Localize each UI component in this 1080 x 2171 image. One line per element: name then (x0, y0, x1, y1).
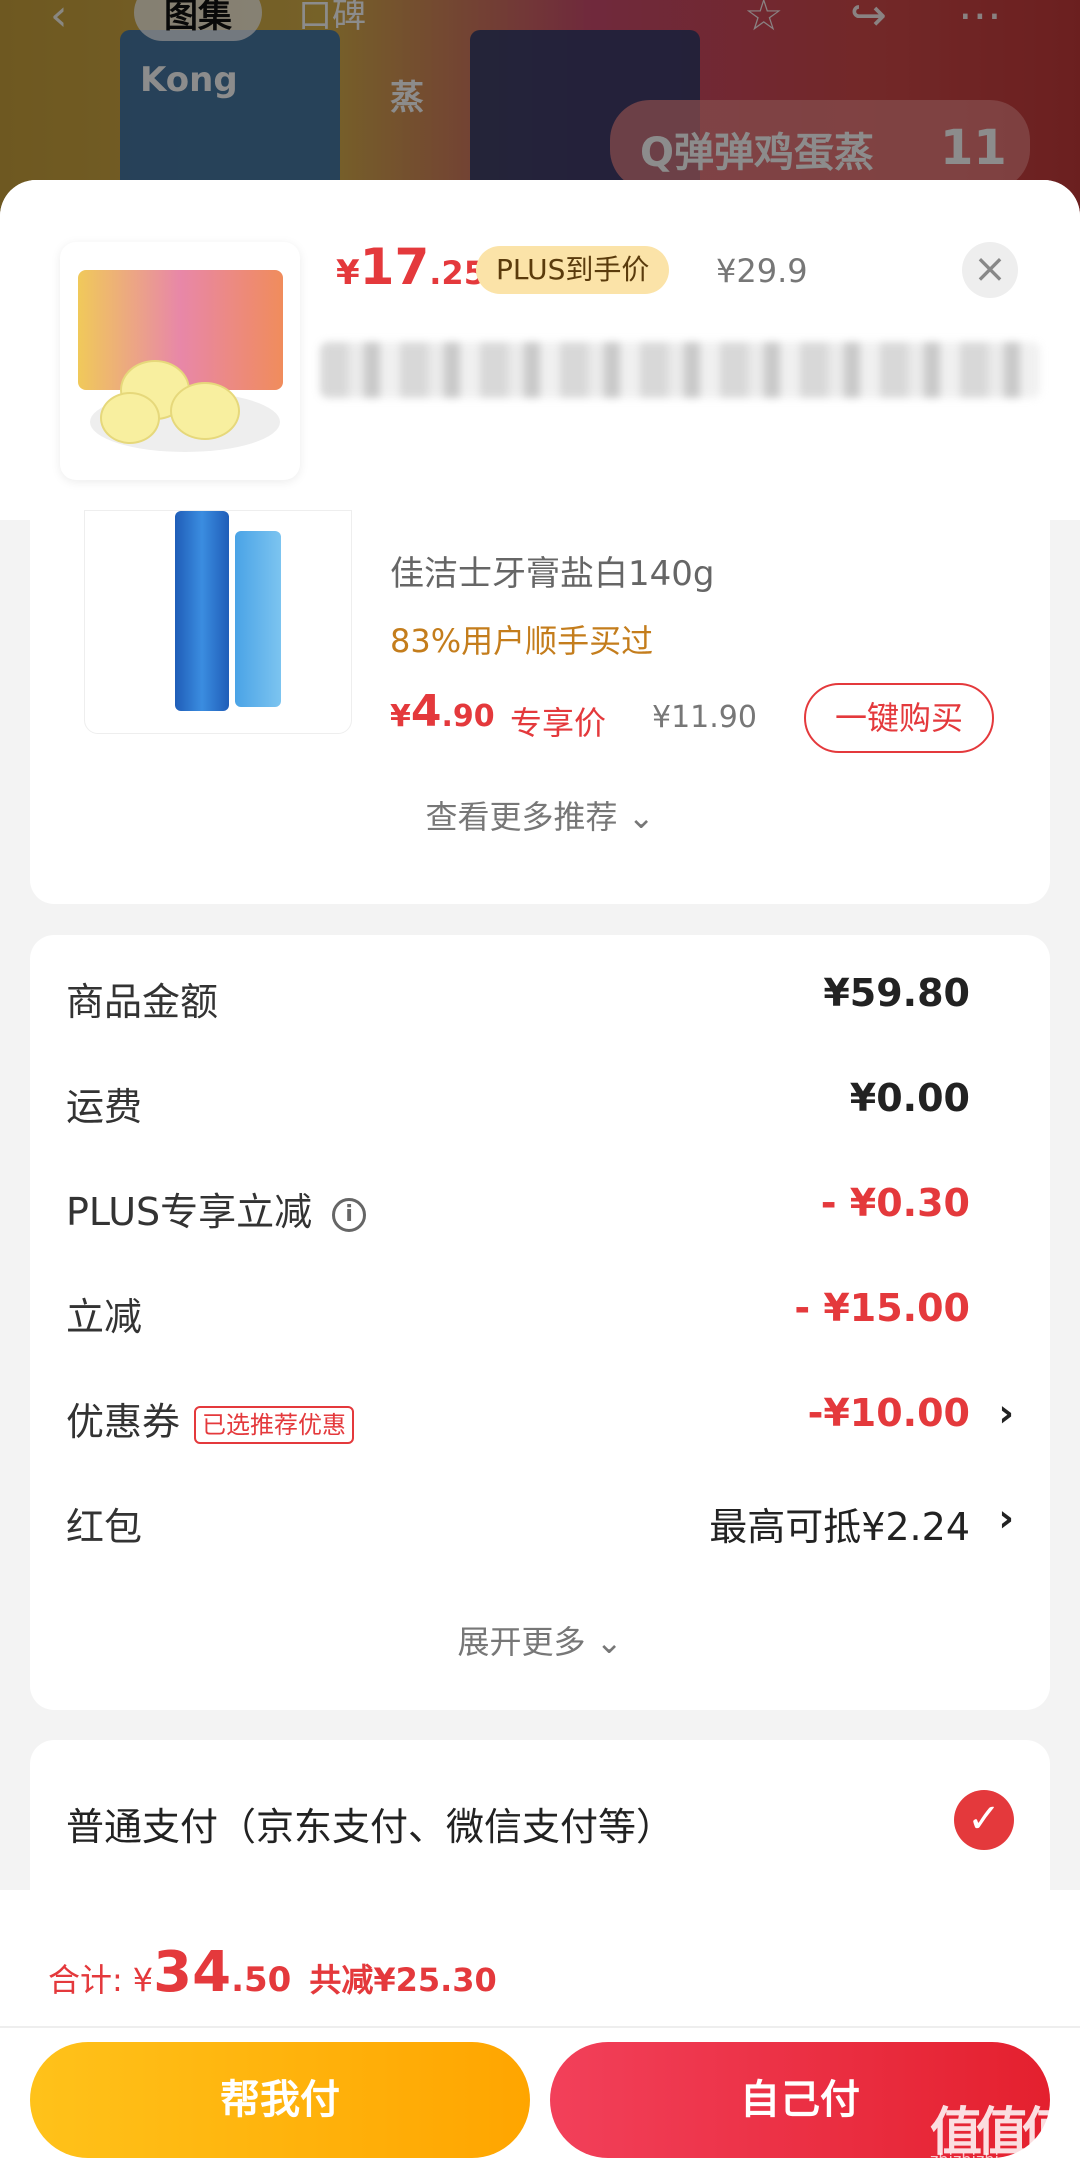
price-summary-card: 商品金额 ¥59.80 运费 ¥0.00 PLUS专享立减 i - ¥0.30 立… (30, 935, 1050, 1710)
original-price: ¥29.9 (716, 252, 808, 290)
chevron-down-icon: ⌄ (627, 798, 655, 836)
product-thumbnail (60, 242, 300, 480)
see-more-recommendations[interactable]: 查看更多推荐 ⌄ (30, 792, 1050, 838)
chevron-down-icon: ⌄ (595, 1623, 623, 1661)
total-savings: 共减¥25.30 (309, 1961, 497, 1999)
plus-price-badge: PLUS到手价 (476, 246, 670, 294)
expand-more[interactable]: 展开更多 ⌄ (30, 1617, 1050, 1663)
summary-row-coupon[interactable]: 优惠券 已选推荐优惠 -¥10.00 › (30, 1385, 1050, 1445)
payment-method-label: 普通支付（京东支付、微信支付等） (66, 1805, 675, 1849)
product-title-redacted (320, 342, 1040, 398)
order-total: 合计: ¥34.50 共减¥25.30 (48, 1940, 497, 2005)
close-icon[interactable]: × (962, 242, 1018, 298)
toothpaste-image (84, 510, 352, 734)
watermark-url: zhizhizhi.com (930, 2150, 1039, 2169)
info-icon[interactable]: i (332, 1197, 367, 1232)
help-me-pay-button[interactable]: 帮我付 (30, 2042, 530, 2158)
summary-row-shipping: 运费 ¥0.00 (66, 1076, 970, 1129)
checkout-sheet: ¥17.25 PLUS到手价 ¥29.9 × 佳洁士牙膏盐白140g 83%用户… (0, 180, 1080, 2171)
coupon-selected-tag: 已选推荐优惠 (194, 1405, 355, 1444)
sheet-header: ¥17.25 PLUS到手价 ¥29.9 × (0, 180, 1080, 520)
rec-purchase-rate: 83%用户顺手买过 (390, 622, 654, 660)
summary-row-red-packet[interactable]: 红包 最高可抵¥2.24 › (30, 1490, 1050, 1550)
summary-row-instant-discount: 立减 - ¥15.00 (66, 1286, 970, 1339)
recommendation-card: 佳洁士牙膏盐白140g 83%用户顺手买过 ¥4.90 专享价 ¥11.90 一… (30, 510, 1050, 904)
see-more-label: 查看更多推荐 (425, 798, 618, 836)
chevron-right-icon: › (998, 1391, 1014, 1435)
one-click-buy-button[interactable]: 一键购买 (804, 683, 994, 753)
checkout-footer: 合计: ¥34.50 共减¥25.30 帮我付 自己付 (0, 1890, 1080, 2171)
summary-row-plus-discount: PLUS专享立减 i - ¥0.30 (66, 1181, 970, 1234)
check-icon[interactable]: ✓ (954, 1790, 1014, 1850)
divider (0, 2026, 1080, 2028)
rec-price-tag: 专享价 (510, 704, 607, 742)
summary-row-subtotal: 商品金额 ¥59.80 (66, 971, 970, 1024)
chevron-right-icon: › (998, 1496, 1014, 1540)
rec-price: ¥4.90 (390, 686, 495, 737)
product-price: ¥17.25 (336, 238, 486, 296)
expand-more-label: 展开更多 (457, 1623, 586, 1661)
rec-original-price: ¥11.90 (652, 700, 757, 735)
rec-product-name: 佳洁士牙膏盐白140g (390, 554, 715, 594)
